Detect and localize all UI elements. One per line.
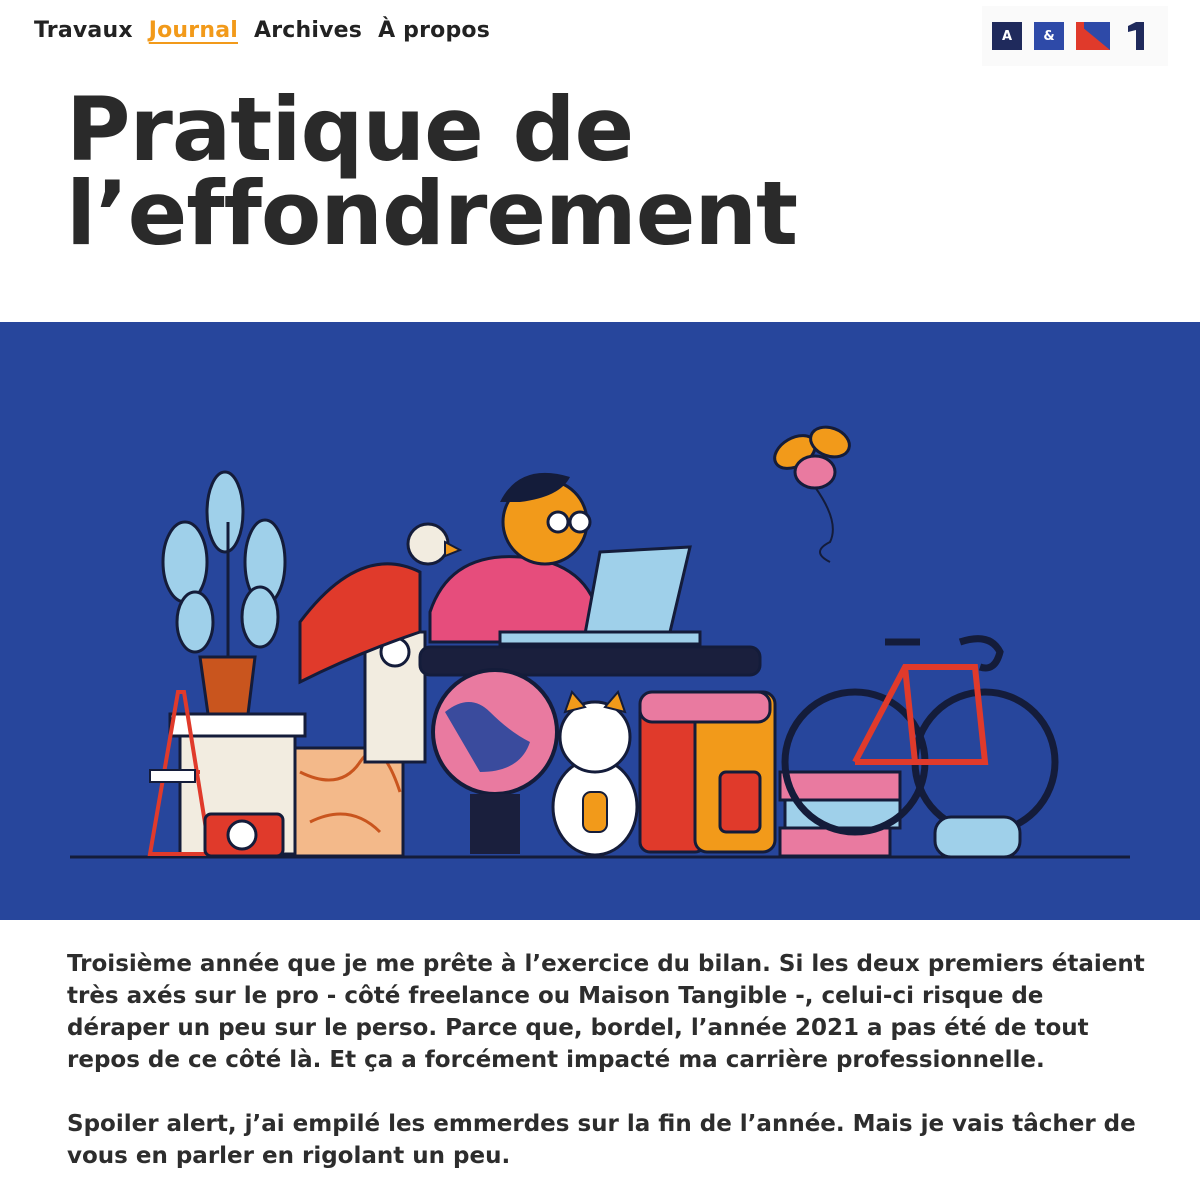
nav-archives[interactable]: Archives	[254, 18, 362, 43]
intro-paragraph-2: Spoiler alert, j’ai empilé les emmerdes …	[67, 1111, 1136, 1169]
backpack-icon	[638, 690, 777, 854]
nav-journal[interactable]: Journal	[149, 18, 238, 43]
intro-paragraph-1: Troisième année que je me prête à l’exer…	[67, 951, 1145, 1073]
main-nav: Travaux Journal Archives À propos	[34, 18, 490, 43]
logo-triangle-icon	[1076, 22, 1110, 50]
logo-tile-a: A	[992, 22, 1022, 50]
logo-one-icon	[1128, 22, 1144, 50]
hero-illustration	[0, 322, 1200, 920]
lucky-cat-icon	[551, 690, 639, 857]
camera-icon	[203, 812, 285, 858]
books-icon	[778, 770, 902, 858]
hero-illustration-art	[0, 322, 1200, 920]
title-line-2: l’effondrement	[66, 162, 798, 265]
nav-travaux[interactable]: Travaux	[34, 18, 133, 43]
site-logo[interactable]: A &	[982, 6, 1168, 66]
nav-a-propos[interactable]: À propos	[378, 18, 490, 43]
page-title: Pratique de l’effondrement	[66, 86, 1066, 258]
article-intro: Troisième année que je me prête à l’exer…	[67, 948, 1147, 1200]
goggles-icon	[933, 815, 1022, 859]
logo-tile-ampersand: &	[1034, 22, 1064, 50]
